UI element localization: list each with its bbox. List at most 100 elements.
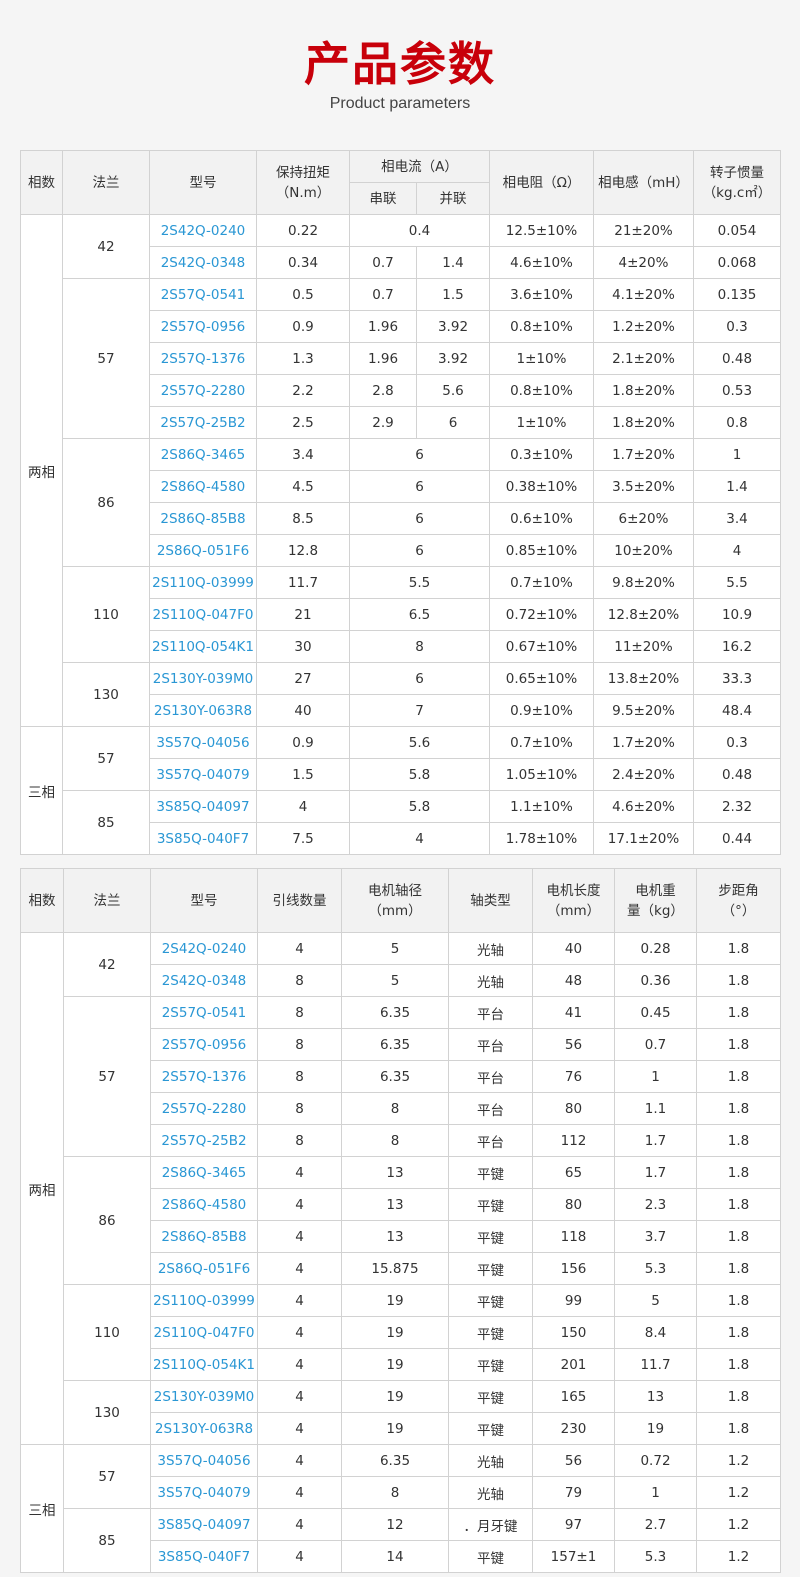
weight-cell: 1.7: [614, 1124, 697, 1157]
resistance-cell: 0.8±10%: [489, 374, 594, 407]
length-cell: 80: [532, 1092, 615, 1125]
resistance-cell: 1±10%: [489, 406, 594, 439]
torque-cell: 0.5: [256, 278, 350, 311]
header-flange: 法兰: [62, 150, 150, 215]
parallel-current-cell: 1.5: [416, 278, 490, 311]
weight-cell: 0.45: [614, 996, 697, 1029]
current-cell: 8: [349, 630, 490, 663]
inductance-cell: 1.2±20%: [593, 310, 694, 343]
step-angle-cell: 1.2: [696, 1540, 781, 1573]
shaft-diameter-cell: 13: [341, 1220, 449, 1253]
shaft-type-cell: 平台: [448, 1092, 533, 1125]
model-cell: 2S130Y-039M0: [150, 1380, 258, 1413]
flange-cell: 57: [63, 996, 151, 1157]
torque-cell: 30: [256, 630, 350, 663]
inertia-cell: 2.32: [693, 790, 781, 823]
weight-cell: 1: [614, 1060, 697, 1093]
model-cell: 2S86Q-85B8: [150, 1220, 258, 1253]
weight-cell: 11.7: [614, 1348, 697, 1381]
page-header: 产品参数 Product parameters: [0, 0, 800, 150]
lead-count-cell: 4: [257, 1188, 342, 1221]
shaft-diameter-cell: 13: [341, 1156, 449, 1189]
current-cell: 5.8: [349, 758, 490, 791]
step-angle-cell: 1.8: [696, 1284, 781, 1317]
model-cell: 2S42Q-0240: [149, 214, 257, 247]
length-cell: 97: [532, 1508, 615, 1541]
resistance-cell: 0.7±10%: [489, 566, 594, 599]
inductance-cell: 17.1±20%: [593, 822, 694, 855]
header-shaft-diameter: 电机轴径 （mm）: [341, 868, 449, 933]
series-current-cell: 2.8: [349, 374, 417, 407]
step-angle-cell: 1.8: [696, 1188, 781, 1221]
mechanical-params-table: 相数 法兰 型号 引线数量 电机轴径 （mm） 轴类型 电机长度 （mm） 电机…: [20, 868, 781, 1573]
lead-count-cell: 8: [257, 996, 342, 1029]
header-parallel: 并联: [416, 182, 490, 215]
shaft-type-cell: 平台: [448, 1060, 533, 1093]
shaft-type-cell: 平台: [448, 1124, 533, 1157]
parallel-current-cell: 6: [416, 406, 490, 439]
flange-cell: 42: [63, 932, 151, 997]
flange-cell: 57: [62, 726, 150, 791]
model-cell: 3S85Q-04097: [149, 790, 257, 823]
parallel-current-cell: 5.6: [416, 374, 490, 407]
length-cell: 165: [532, 1380, 615, 1413]
table-row: 三相 57 3S57Q-04056 0.9 5.6 0.7±10% 1.7±20% 0.3: [20, 726, 781, 855]
table-row: 两相 42 2S42Q-0240 4 5 光轴 40 0.28 1.8: [20, 932, 781, 1445]
model-cell: 2S86Q-3465: [150, 1156, 258, 1189]
current-cell: 7: [349, 694, 490, 727]
weight-cell: 0.36: [614, 964, 697, 997]
step-angle-cell: 1.8: [696, 1124, 781, 1157]
inertia-cell: 0.48: [693, 342, 781, 375]
length-cell: 40: [532, 932, 615, 965]
header-phase: 相数: [20, 868, 64, 933]
header-lead-count: 引线数量: [257, 868, 342, 933]
table-row: 110 2S110Q-03999 4 19 平键 99 5 1.8: [21, 1284, 781, 1381]
current-cell: 6: [349, 438, 490, 471]
step-angle-cell: 1.8: [696, 1412, 781, 1445]
shaft-diameter-cell: 8: [341, 1476, 449, 1509]
inductance-cell: 2.1±20%: [593, 342, 694, 375]
resistance-cell: 12.5±10%: [489, 214, 594, 247]
lead-count-cell: 8: [257, 1124, 342, 1157]
shaft-type-cell: 平键: [448, 1540, 533, 1573]
inductance-cell: 4.1±20%: [593, 278, 694, 311]
phase-cell: 两相: [20, 214, 63, 727]
inductance-cell: 9.8±20%: [593, 566, 694, 599]
current-cell: 6: [349, 502, 490, 535]
resistance-cell: 1.78±10%: [489, 822, 594, 855]
series-current-cell: 1.96: [349, 310, 417, 343]
current-cell: 5.8: [349, 790, 490, 823]
inertia-cell: 0.135: [693, 278, 781, 311]
inertia-cell: 1.4: [693, 470, 781, 503]
inductance-cell: 4±20%: [593, 246, 694, 279]
inertia-cell: 16.2: [693, 630, 781, 663]
resistance-cell: 0.6±10%: [489, 502, 594, 535]
inertia-cell: 0.44: [693, 822, 781, 855]
flange-cell: 85: [63, 1508, 151, 1573]
length-cell: 80: [532, 1188, 615, 1221]
shaft-type-cell: 光轴: [448, 1444, 533, 1477]
current-cell: 6: [349, 534, 490, 567]
step-angle-cell: 1.8: [696, 1252, 781, 1285]
header-shaft-type: 轴类型: [448, 868, 533, 933]
resistance-cell: 0.67±10%: [489, 630, 594, 663]
shaft-type-cell: 平键: [448, 1156, 533, 1189]
weight-cell: 2.3: [614, 1188, 697, 1221]
lead-count-cell: 4: [257, 1348, 342, 1381]
resistance-cell: 1±10%: [489, 342, 594, 375]
torque-cell: 12.8: [256, 534, 350, 567]
model-cell: 2S57Q-1376: [149, 342, 257, 375]
resistance-cell: 1.1±10%: [489, 790, 594, 823]
header-holding-torque: 保持扭矩 （N.m）: [256, 150, 350, 215]
current-cell: 4: [349, 822, 490, 855]
shaft-type-cell: 平键: [448, 1316, 533, 1349]
model-cell: 2S86Q-4580: [150, 1188, 258, 1221]
model-cell: 2S110Q-047F0: [149, 598, 257, 631]
lead-count-cell: 4: [257, 1540, 342, 1573]
flange-cell: 130: [62, 662, 150, 727]
header-phase: 相数: [20, 150, 63, 215]
weight-cell: 0.7: [614, 1028, 697, 1061]
lead-count-cell: 4: [257, 1220, 342, 1253]
inductance-cell: 6±20%: [593, 502, 694, 535]
torque-cell: 11.7: [256, 566, 350, 599]
